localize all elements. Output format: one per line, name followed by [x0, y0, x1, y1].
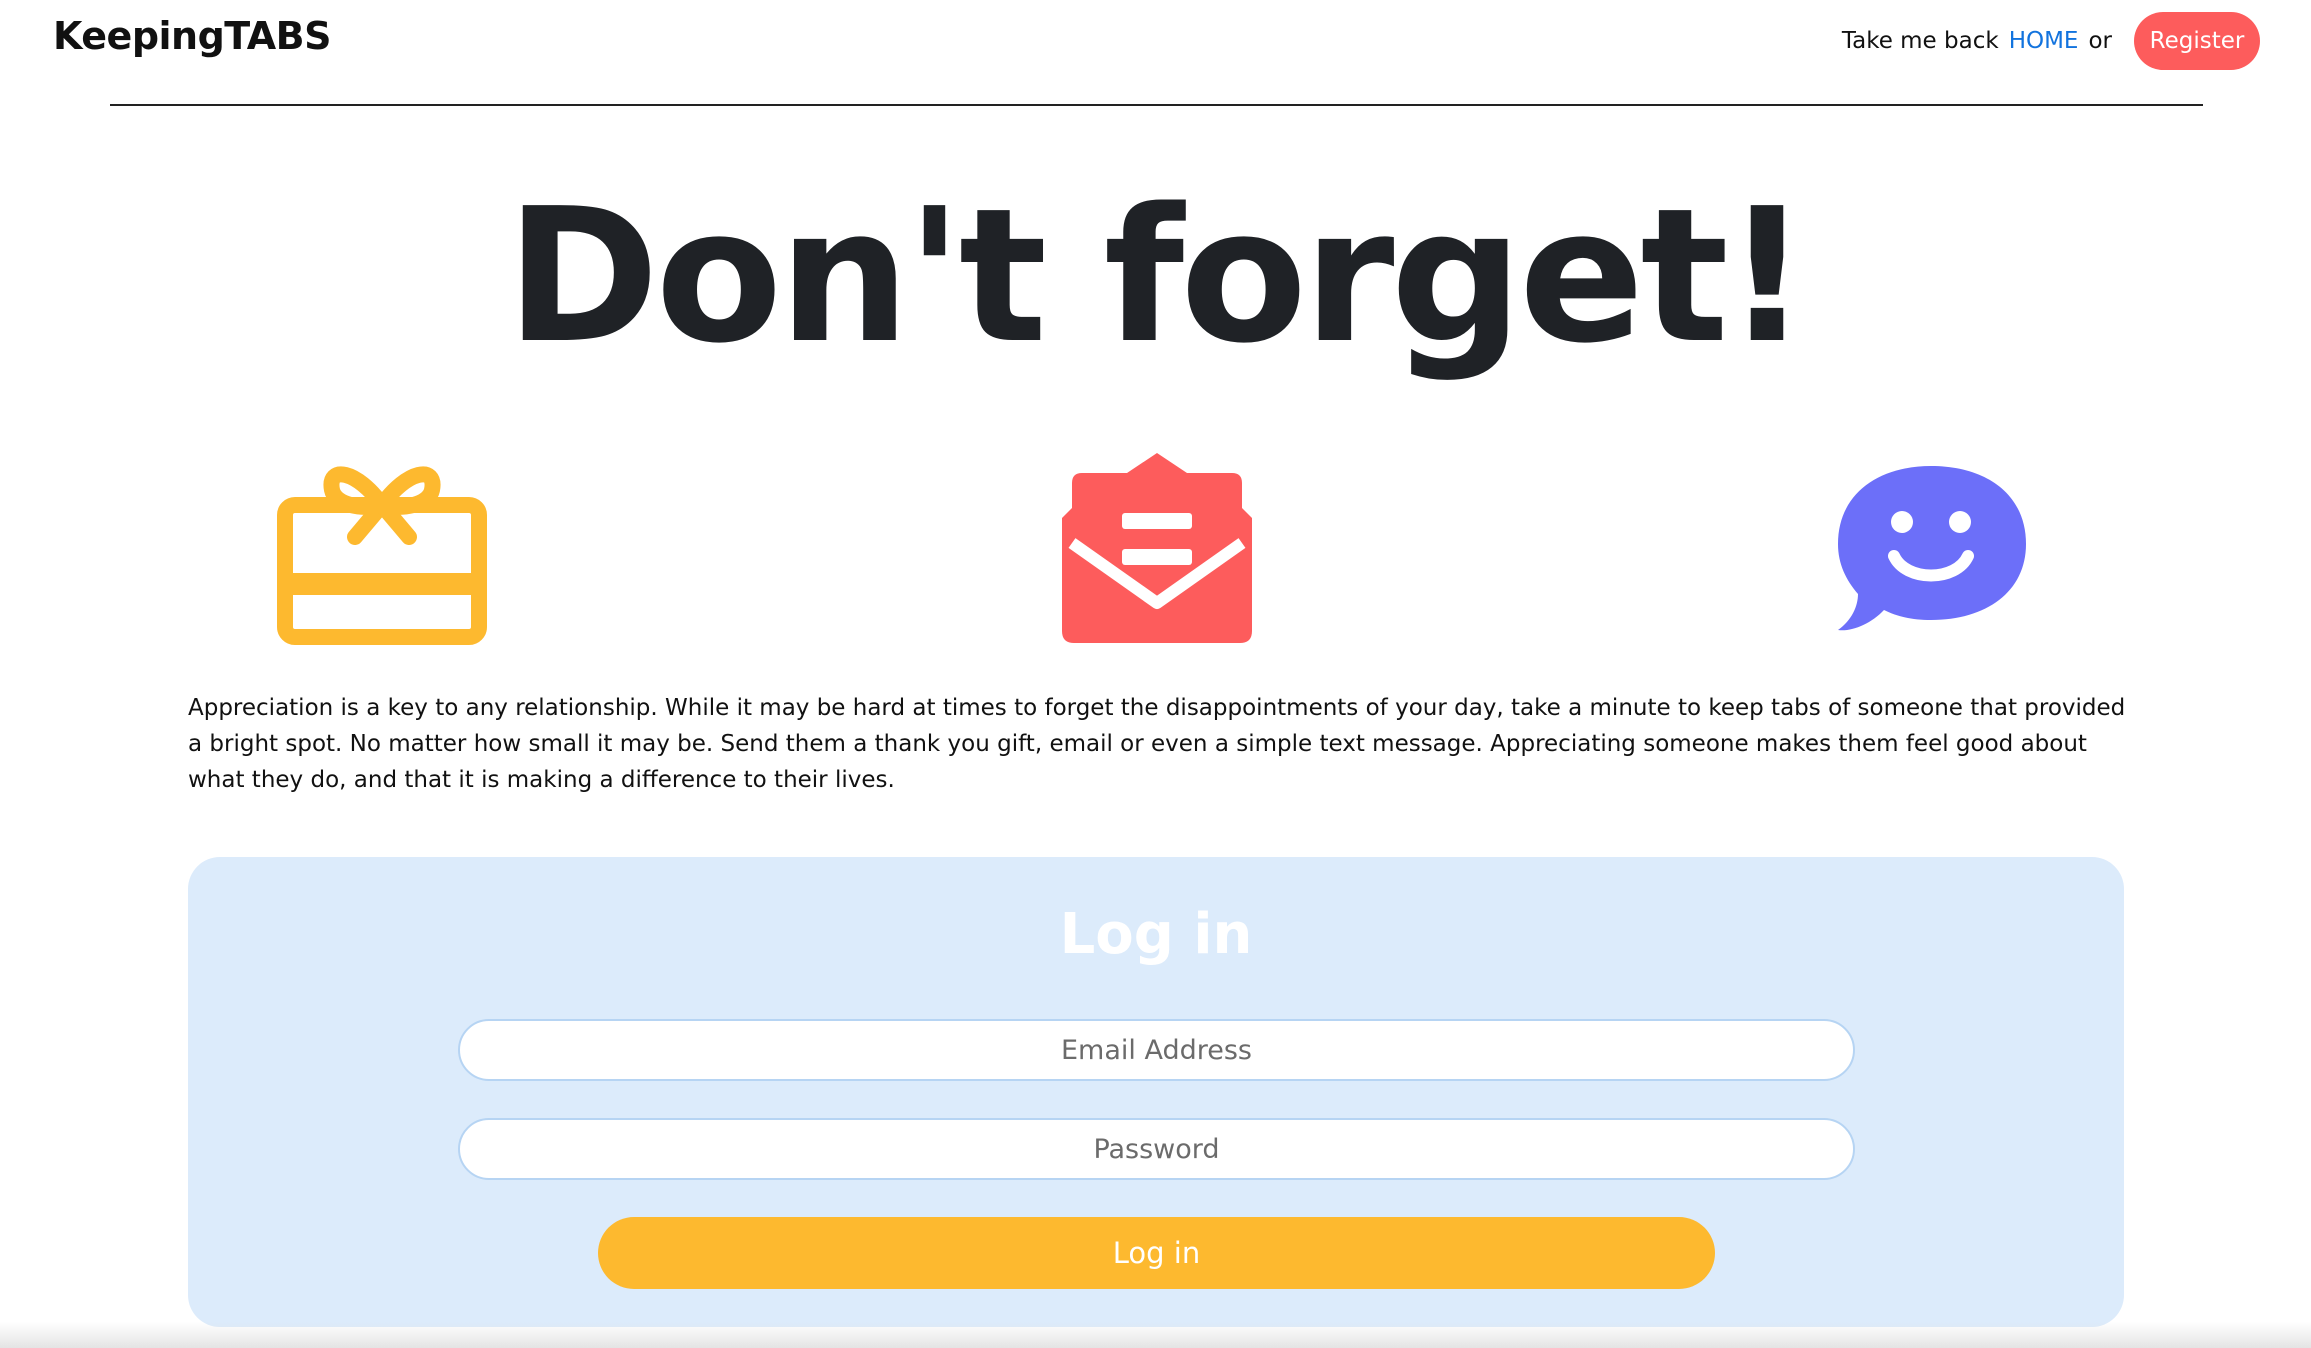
brand-logo[interactable]: KeepingTABS [53, 14, 332, 58]
page: KeepingTABS Take me back HOME or Registe… [0, 0, 2311, 1348]
login-title: Log in [1059, 902, 1253, 967]
login-button[interactable]: Log in [598, 1217, 1715, 1289]
email-field[interactable] [458, 1019, 1855, 1081]
smiley-chat-bubble-icon [1838, 466, 2026, 631]
intro-paragraph: Appreciation is a key to any relationshi… [188, 695, 2126, 793]
open-envelope-icon [1062, 453, 1252, 643]
login-card: Log in Log in [188, 857, 2124, 1327]
hero-title: Don't forget! [505, 168, 1809, 384]
header-nav: Take me back HOME or Register [1842, 12, 2260, 70]
register-button[interactable]: Register [2134, 12, 2260, 70]
password-field[interactable] [458, 1118, 1855, 1180]
nav-or-text: or [2088, 28, 2112, 54]
gift-icon [277, 466, 487, 645]
home-link[interactable]: HOME [2009, 28, 2079, 54]
header-divider [110, 104, 2203, 106]
nav-prefix-text: Take me back [1841, 28, 1999, 54]
bottom-fade [0, 1322, 2311, 1348]
